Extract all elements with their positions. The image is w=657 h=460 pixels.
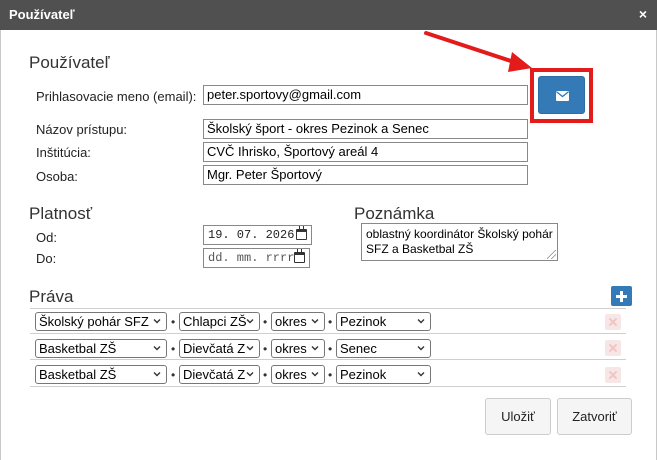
save-button[interactable]: Uložiť xyxy=(485,398,551,435)
valid-to-label: Do: xyxy=(36,251,57,266)
competition-select[interactable]: Basketbal ZŠ xyxy=(35,365,167,384)
chevron-down-icon xyxy=(246,372,254,377)
separator-dot: • xyxy=(171,368,176,382)
chevron-down-icon xyxy=(311,372,319,377)
level-select[interactable]: okres xyxy=(271,365,325,384)
valid-from-label: Od: xyxy=(36,230,57,245)
person-input[interactable]: Mgr. Peter Športový xyxy=(203,165,528,185)
institution-label: Inštitúcia: xyxy=(36,145,91,160)
rights-divider xyxy=(30,308,626,309)
chevron-down-icon xyxy=(311,346,319,351)
chevron-down-icon xyxy=(153,346,161,351)
delete-right-button[interactable] xyxy=(605,367,621,383)
level-select[interactable]: okres xyxy=(271,339,325,358)
chevron-down-icon xyxy=(153,372,161,377)
access-name-label: Názov prístupu: xyxy=(36,122,128,137)
separator-dot: • xyxy=(171,342,176,356)
institution-input[interactable]: CVČ Ihrisko, Športový areál 4 xyxy=(203,142,528,162)
note-heading: Poznámka xyxy=(354,204,435,223)
chevron-down-icon xyxy=(417,372,425,377)
envelope-icon xyxy=(556,91,569,101)
login-email-input[interactable]: peter.sportovy@gmail.com xyxy=(203,85,528,105)
chevron-down-icon xyxy=(246,346,254,351)
validity-heading: Platnosť xyxy=(29,204,93,223)
user-section-heading: Používateľ xyxy=(29,53,110,72)
chevron-down-icon xyxy=(246,319,254,324)
delete-right-button[interactable] xyxy=(605,314,621,330)
level-select[interactable]: okres xyxy=(271,312,325,331)
separator-dot: • xyxy=(263,315,268,329)
note-textarea[interactable]: oblastný koordinátor Školský pohár SFZ a… xyxy=(361,223,558,261)
send-email-button[interactable] xyxy=(538,76,585,114)
chevron-down-icon xyxy=(417,346,425,351)
valid-from-value: 19. 07. 2026 xyxy=(208,228,295,242)
competition-select[interactable]: Basketbal ZŠ xyxy=(35,339,167,358)
rights-divider xyxy=(30,333,626,334)
valid-to-date-input[interactable]: dd. mm. rrrr xyxy=(203,248,310,268)
separator-dot: • xyxy=(263,342,268,356)
competition-select[interactable]: Školský pohár SFZ xyxy=(35,312,167,331)
rights-divider xyxy=(30,359,626,360)
close-icon[interactable]: × xyxy=(639,6,647,22)
region-select[interactable]: Pezinok xyxy=(336,312,431,331)
rights-heading: Práva xyxy=(29,287,74,306)
category-select[interactable]: Chlapci ZŠ xyxy=(179,312,260,331)
separator-dot: • xyxy=(263,368,268,382)
rights-divider xyxy=(30,386,626,387)
login-label: Prihlasovacie meno (email): xyxy=(36,89,197,104)
valid-to-placeholder: dd. mm. rrrr xyxy=(208,251,295,265)
calendar-icon[interactable] xyxy=(296,226,307,240)
chevron-down-icon xyxy=(311,319,319,324)
separator-dot: • xyxy=(328,368,333,382)
valid-from-date-input[interactable]: 19. 07. 2026 xyxy=(203,225,312,245)
category-select[interactable]: Dievčatá Z xyxy=(179,365,260,384)
dialog-titlebar: Používateľ × xyxy=(0,0,657,30)
region-select[interactable]: Senec xyxy=(336,339,431,358)
add-right-button[interactable] xyxy=(611,286,632,306)
person-label: Osoba: xyxy=(36,169,78,184)
dialog-title: Používateľ xyxy=(9,7,75,22)
access-name-input[interactable]: Školský šport - okres Pezinok a Senec xyxy=(203,119,528,139)
region-select[interactable]: Pezinok xyxy=(336,365,431,384)
resize-grip-icon[interactable] xyxy=(547,250,556,259)
chevron-down-icon xyxy=(417,319,425,324)
separator-dot: • xyxy=(328,315,333,329)
close-button[interactable]: Zatvoriť xyxy=(557,398,632,435)
chevron-down-icon xyxy=(153,319,161,324)
category-select[interactable]: Dievčatá Z xyxy=(179,339,260,358)
calendar-icon[interactable] xyxy=(294,249,305,263)
delete-right-button[interactable] xyxy=(605,340,621,356)
separator-dot: • xyxy=(171,315,176,329)
separator-dot: • xyxy=(328,342,333,356)
note-text: oblastný koordinátor Školský pohár SFZ a… xyxy=(366,227,553,256)
